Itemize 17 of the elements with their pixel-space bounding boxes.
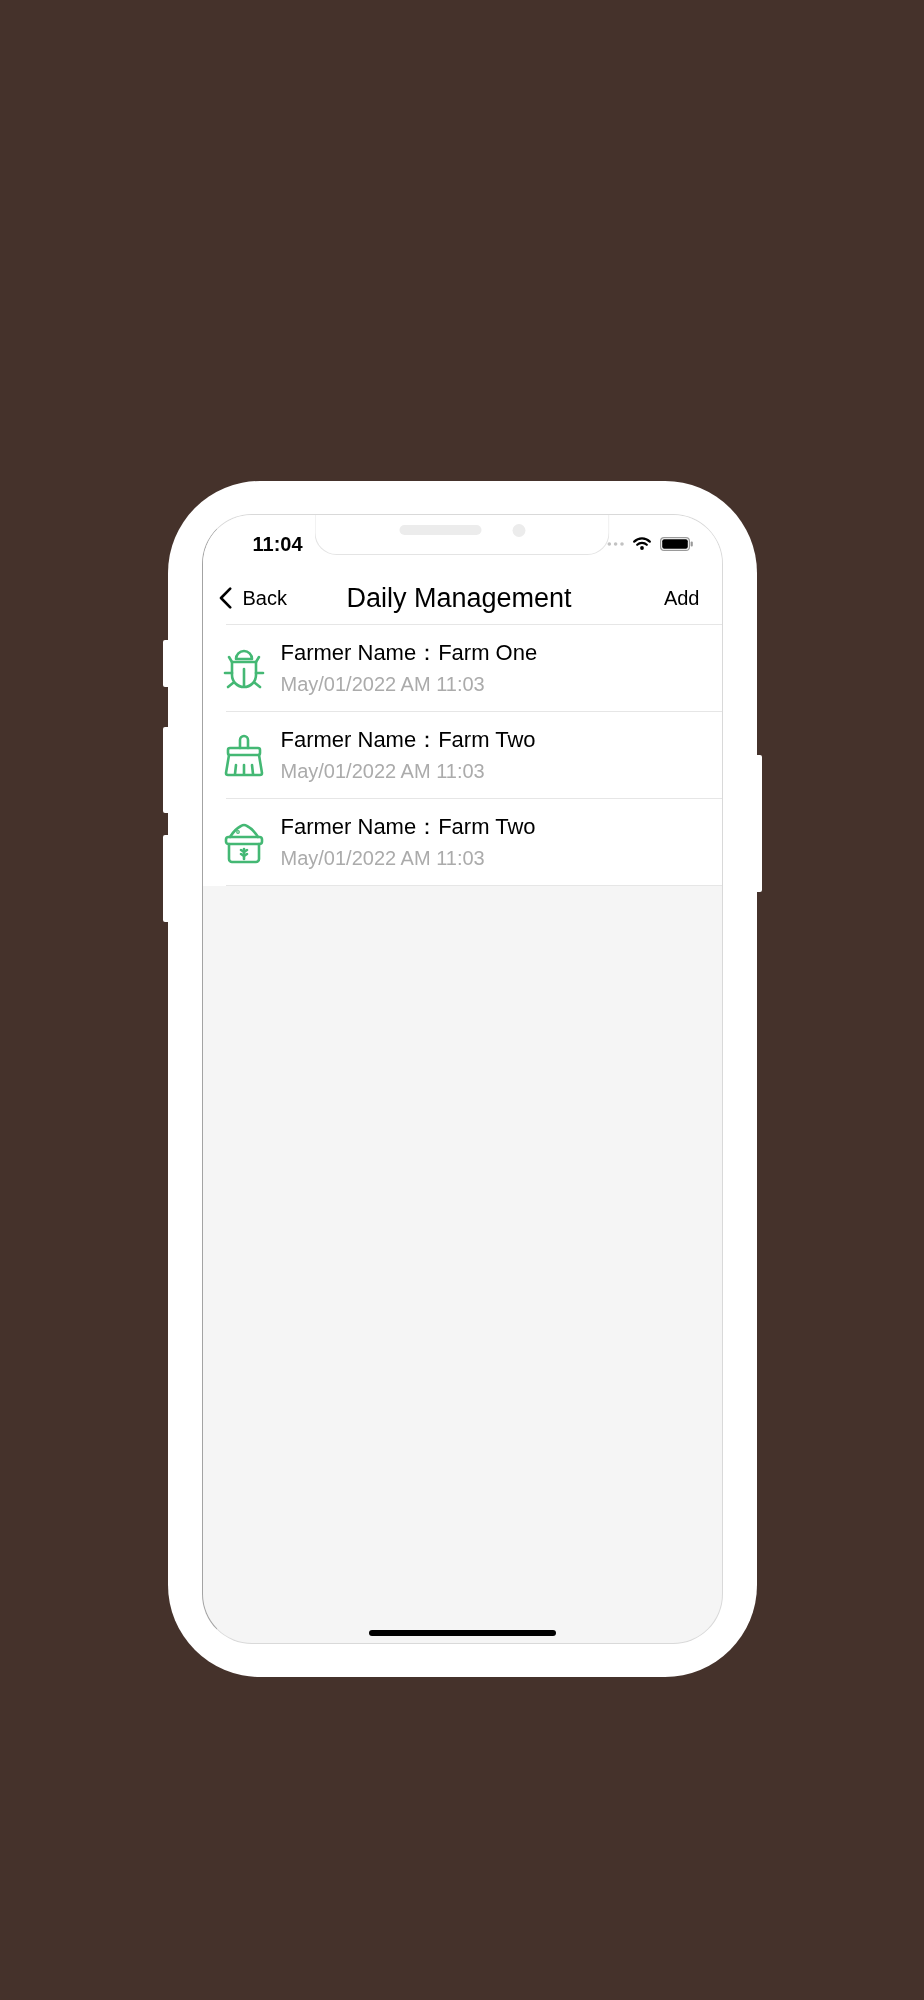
record-title: Farmer Name：Farm Two bbox=[280, 726, 536, 753]
record-row[interactable]: Farmer Name：Farm Two May/01/2022 AM 11:03 bbox=[222, 798, 722, 886]
record-date: May/01/2022 AM 11:03 bbox=[280, 845, 486, 871]
battery-icon bbox=[659, 536, 693, 551]
record-title: Farmer Name：Farm One bbox=[280, 639, 538, 666]
chevron-left-icon bbox=[218, 587, 232, 609]
back-button[interactable]: Back bbox=[218, 586, 287, 610]
add-button[interactable]: Add bbox=[663, 586, 700, 610]
broom-icon bbox=[222, 733, 265, 777]
page-title: Daily Management bbox=[346, 582, 572, 614]
record-title: Farmer Name：Farm Two bbox=[280, 813, 536, 840]
record-date: May/01/2022 AM 11:03 bbox=[280, 758, 486, 784]
record-row[interactable]: Farmer Name：Farm One May/01/2022 AM 11:03 bbox=[222, 624, 722, 711]
status-time: 11:04 bbox=[252, 531, 303, 556]
wifi-icon bbox=[632, 537, 651, 550]
record-date: May/01/2022 AM 11:03 bbox=[280, 671, 486, 697]
record-row[interactable]: Farmer Name：Farm Two May/01/2022 AM 11:03 bbox=[222, 711, 722, 798]
